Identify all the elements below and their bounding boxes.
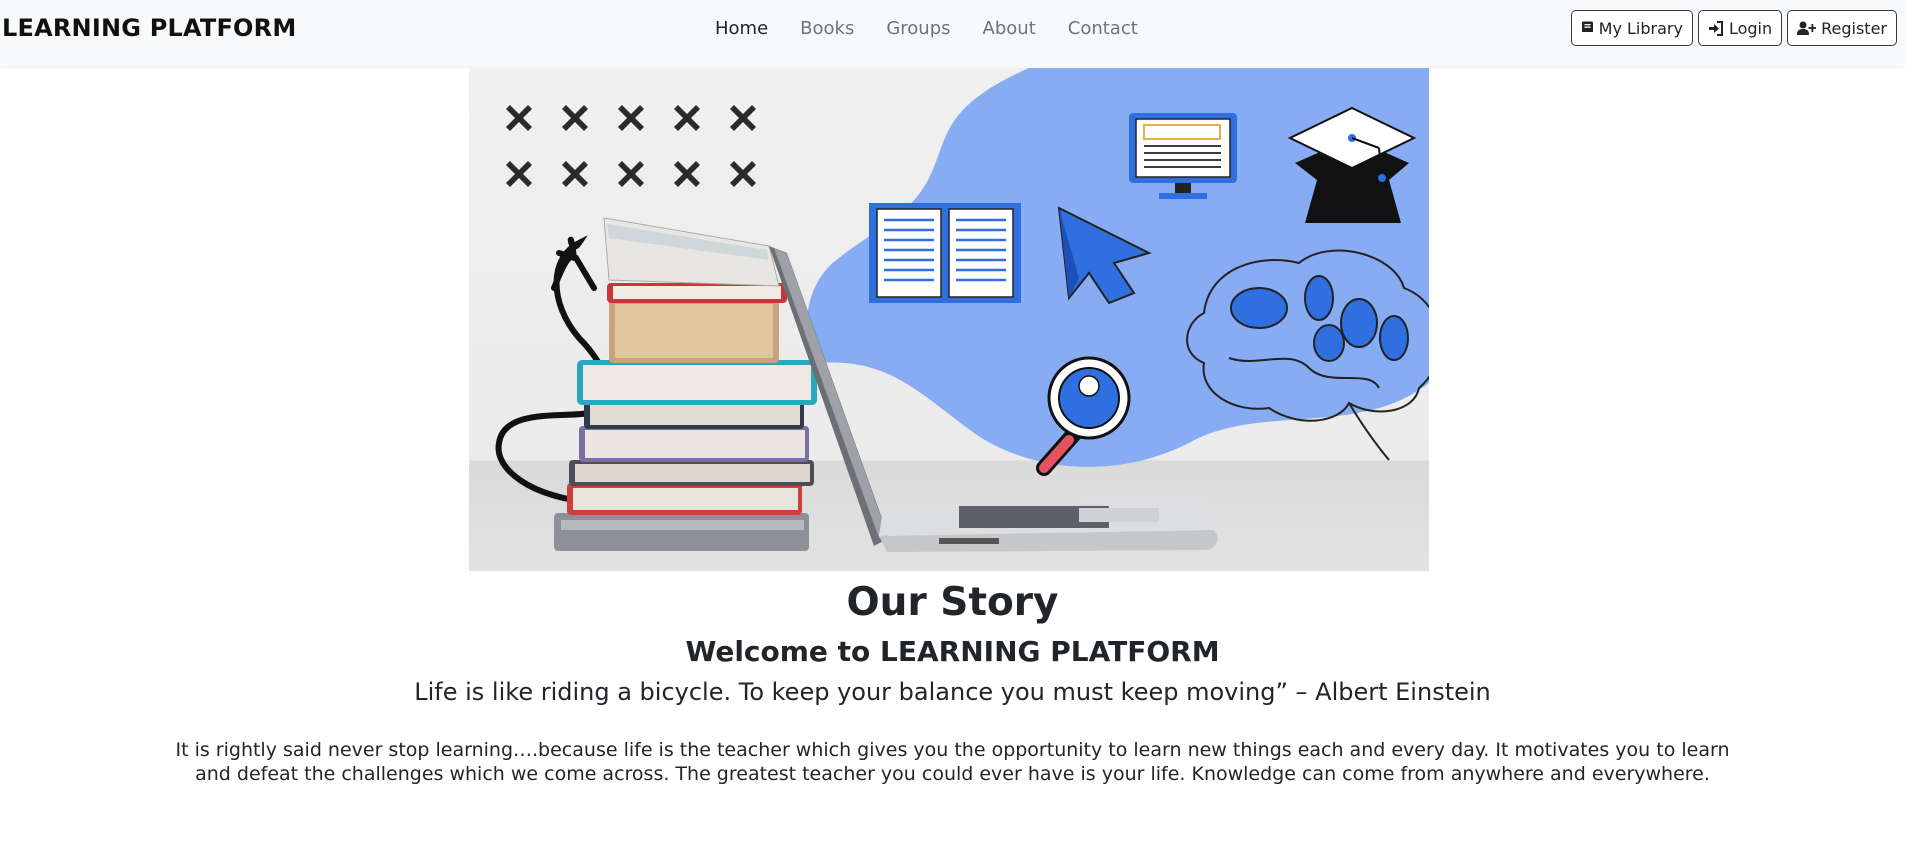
brand-logo[interactable]: LEARNING PLATFORM	[2, 14, 296, 42]
nav-link-home[interactable]: Home	[715, 18, 768, 39]
user-plus-icon	[1797, 21, 1817, 36]
open-book-icon	[869, 203, 1021, 303]
login-button[interactable]: Login	[1697, 10, 1783, 46]
story-paragraph: It is rightly said never stop learning….…	[175, 739, 1730, 785]
nav-link-contact[interactable]: Contact	[1068, 18, 1138, 39]
hero-illustration	[495, 68, 1429, 552]
nav-buttons: My Library Login Register	[1566, 10, 1897, 46]
hero-image	[469, 68, 1429, 571]
navbar: LEARNING PLATFORM Home Books Groups Abou…	[0, 0, 1905, 66]
login-icon	[1708, 20, 1724, 36]
register-button[interactable]: Register	[1787, 10, 1897, 46]
register-label: Register	[1821, 18, 1887, 38]
book-icon	[1581, 21, 1594, 36]
nav-link-books[interactable]: Books	[800, 18, 854, 39]
nav-links: Home Books Groups About Contact	[715, 18, 1170, 39]
welcome-heading: Welcome to LEARNING PLATFORM	[685, 635, 1220, 668]
nav-link-about[interactable]: About	[983, 18, 1036, 39]
my-library-button[interactable]: My Library	[1570, 10, 1693, 46]
nav-link-groups[interactable]: Groups	[886, 18, 950, 39]
x-marks-pattern	[506, 105, 756, 187]
my-library-label: My Library	[1598, 18, 1683, 38]
page-title: Our Story	[846, 580, 1059, 625]
quote-text: Life is like riding a bicycle. To keep y…	[414, 678, 1491, 706]
login-label: Login	[1728, 18, 1773, 38]
